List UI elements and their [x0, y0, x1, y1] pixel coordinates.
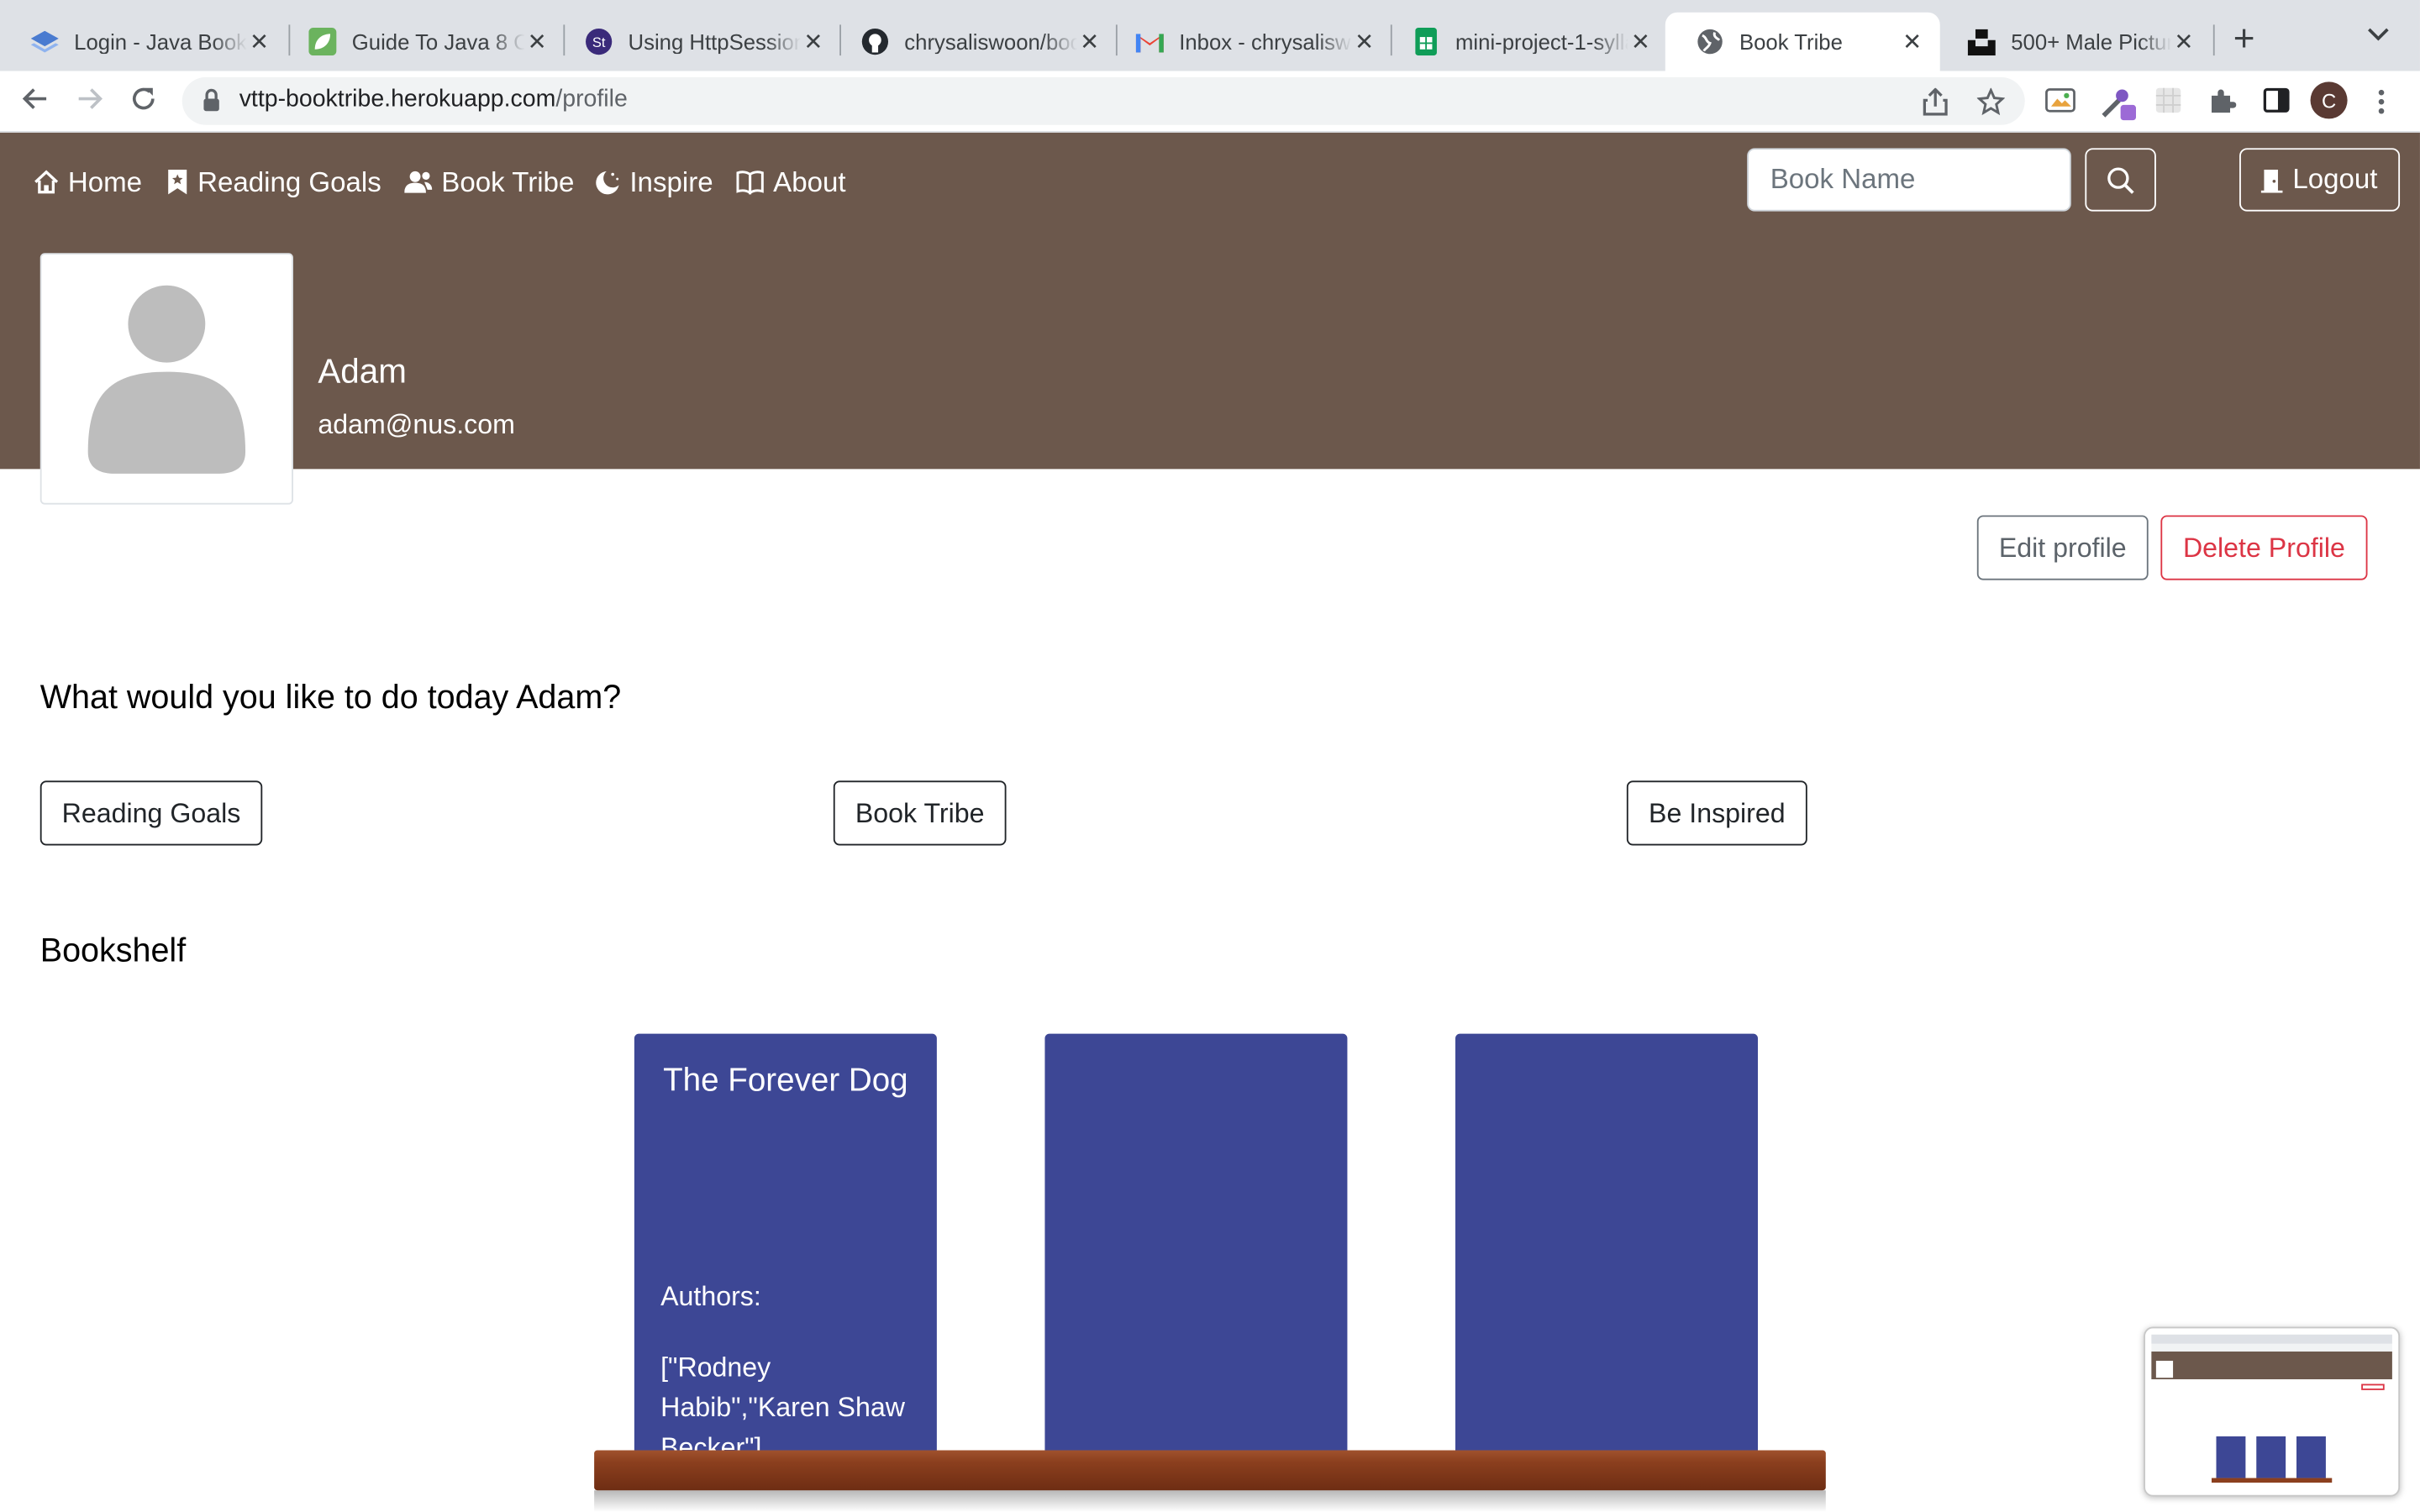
book-tribe-button[interactable]: Book Tribe: [833, 780, 1007, 846]
leaf-icon: [308, 28, 337, 56]
greeting-heading: What would you like to do today Adam?: [39, 679, 622, 717]
book-title: The Forever Dog: [663, 1063, 908, 1099]
book-authors: ["Rodney Habib","Karen Shaw Becker"]: [660, 1351, 905, 1463]
reload-icon[interactable]: [128, 83, 159, 122]
extension-grid-icon[interactable]: [2154, 87, 2182, 122]
bookshelf-plank: [594, 1450, 1826, 1491]
github-icon: [861, 28, 889, 55]
browser-tab-active[interactable]: Book Tribe ✕: [1665, 12, 1940, 71]
sheets-icon: [1413, 28, 1440, 56]
extension-image-icon[interactable]: [2045, 87, 2076, 122]
nav-inspire[interactable]: Inspire: [594, 164, 713, 201]
new-tab-button[interactable]: +: [2233, 18, 2255, 61]
book-open-icon: [736, 171, 764, 195]
home-icon: [34, 170, 59, 194]
forward-arrow-icon[interactable]: [74, 83, 105, 122]
lock-icon[interactable]: [203, 88, 221, 121]
browser-tab[interactable]: Inbox - chrysaliswoon ✕: [1105, 13, 1392, 71]
close-tab-icon[interactable]: ✕: [524, 28, 549, 55]
browser-tab[interactable]: chrysaliswoon/booktribe ✕: [830, 13, 1118, 71]
side-panel-icon[interactable]: [2263, 87, 2291, 122]
be-inspired-button[interactable]: Be Inspired: [1626, 780, 1807, 846]
shelf-shadow: [594, 1490, 1826, 1512]
bookmark-icon: [168, 170, 187, 195]
profile-email: adam@nus.com: [318, 408, 515, 440]
user-silhouette-icon: [87, 285, 246, 474]
layers-icon: [30, 28, 59, 55]
close-tab-icon[interactable]: ✕: [1628, 28, 1653, 55]
back-arrow-icon[interactable]: [20, 83, 51, 122]
nav-book-tribe[interactable]: Book Tribe: [404, 164, 574, 201]
kebab-menu-icon[interactable]: [2377, 88, 2386, 123]
reading-goals-button[interactable]: Reading Goals: [39, 780, 263, 846]
profile-avatar[interactable]: C: [2310, 81, 2348, 119]
url-text: vttp-booktribe.herokuapp.com/profile: [239, 86, 628, 113]
book-search-input[interactable]: [1747, 148, 2071, 212]
browser-tab[interactable]: Guide To Java 8 Optional ✕: [278, 13, 566, 71]
profile-name: Adam: [318, 351, 407, 391]
book-card[interactable]: The Forever Dog Authors: ["Rodney Habib"…: [634, 1033, 937, 1463]
gmail-icon: [1135, 28, 1164, 55]
edit-profile-button[interactable]: Edit profile: [1976, 515, 2149, 580]
book-authors-label: Authors:: [660, 1280, 761, 1312]
door-icon: [2261, 169, 2284, 192]
delete-profile-button[interactable]: Delete Profile: [2160, 515, 2368, 580]
nav-home[interactable]: Home: [34, 164, 142, 201]
close-tab-icon[interactable]: ✕: [247, 28, 271, 55]
logout-button[interactable]: Logout: [2239, 148, 2401, 212]
browser-tab[interactable]: mini-project-1-syllabus ✕: [1381, 13, 1669, 71]
search-icon: [2107, 166, 2134, 193]
close-tab-icon[interactable]: ✕: [1900, 28, 1924, 55]
browser-toolbar: vttp-booktribe.herokuapp.com/profile C: [0, 71, 2420, 133]
puzzle-icon[interactable]: [2208, 87, 2237, 122]
browser-tab[interactable]: Login - Java Book ✕: [0, 13, 287, 71]
book-card[interactable]: [1044, 1033, 1348, 1463]
moon-icon: [596, 170, 619, 194]
screenshot-thumbnail[interactable]: [2144, 1326, 2401, 1497]
search-button[interactable]: [2085, 148, 2156, 212]
bookshelf-heading: Bookshelf: [39, 932, 187, 969]
browser-tab-strip: Login - Java Book ✕ Guide To Java 8 Opti…: [0, 0, 2420, 71]
close-tab-icon[interactable]: ✕: [801, 28, 825, 55]
nav-reading-goals[interactable]: Reading Goals: [166, 164, 381, 201]
share-icon[interactable]: [1923, 87, 1948, 123]
tab-search-chevron-icon[interactable]: [2367, 22, 2389, 50]
stackabuse-icon: St: [585, 28, 613, 55]
close-tab-icon[interactable]: ✕: [1077, 28, 1102, 55]
unsplash-icon: [1967, 28, 1996, 56]
svg-text:St: St: [592, 34, 606, 50]
browser-tab[interactable]: 500+ Male Pictures ✕: [1937, 13, 2212, 71]
globe-icon: [1697, 28, 1724, 55]
bookmark-star-icon[interactable]: [1976, 87, 2006, 123]
book-card[interactable]: [1455, 1033, 1759, 1463]
close-tab-icon[interactable]: ✕: [2171, 28, 2196, 55]
avatar: [39, 253, 293, 505]
extension-eyedropper-icon[interactable]: [2099, 87, 2139, 129]
close-tab-icon[interactable]: ✕: [1352, 28, 1376, 55]
browser-tab[interactable]: St Using HttpSession ✕: [554, 13, 841, 71]
people-icon: [404, 171, 433, 193]
address-bar[interactable]: vttp-booktribe.herokuapp.com/profile: [182, 76, 2025, 125]
nav-about[interactable]: About: [736, 164, 846, 201]
